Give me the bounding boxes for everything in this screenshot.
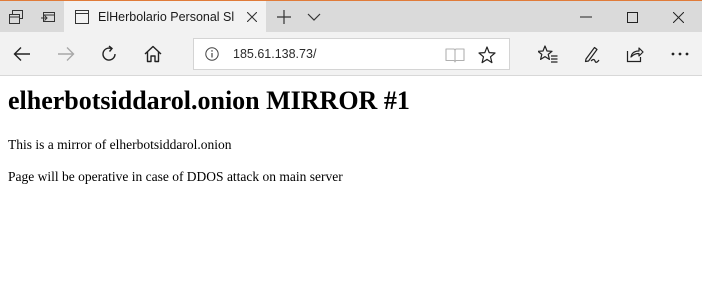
share-icon[interactable] xyxy=(619,38,651,70)
page-heading: elherbotsiddarol.onion MIRROR #1 xyxy=(8,86,410,115)
favorites-list-icon[interactable] xyxy=(532,38,564,70)
new-tab-icon[interactable] xyxy=(268,1,300,32)
close-window-icon[interactable] xyxy=(655,1,701,33)
refresh-icon[interactable] xyxy=(93,38,125,70)
page-content: elherbotsiddarol.onion MIRROR #1 This is… xyxy=(0,77,702,307)
pen-notes-icon[interactable] xyxy=(576,38,608,70)
back-arrow-icon[interactable] xyxy=(6,38,38,70)
forward-arrow-icon[interactable] xyxy=(50,38,82,70)
ddos-notice: Page will be operative in case of DDOS a… xyxy=(8,169,343,184)
browser-tab[interactable]: ElHerbolario Personal Sl xyxy=(64,1,266,33)
tab-preview-icon[interactable] xyxy=(0,1,32,32)
reading-view-icon[interactable] xyxy=(445,45,465,65)
more-options-icon[interactable] xyxy=(664,38,696,70)
home-icon[interactable] xyxy=(137,38,169,70)
mirror-description: This is a mirror of elherbotsiddarol.oni… xyxy=(8,137,232,152)
tabs-aside-icon[interactable] xyxy=(32,1,64,32)
maximize-icon[interactable] xyxy=(609,1,655,33)
title-bar: ElHerbolario Personal Sl xyxy=(0,0,702,33)
tab-title: ElHerbolario Personal Sl xyxy=(98,10,235,24)
star-favorite-icon[interactable] xyxy=(477,45,497,65)
page-favicon-icon xyxy=(74,9,90,25)
url-text[interactable]: 185.61.138.73/ xyxy=(233,39,316,69)
site-info-icon[interactable] xyxy=(204,46,220,62)
chevron-down-icon[interactable] xyxy=(298,1,330,32)
address-bar[interactable]: 185.61.138.73/ xyxy=(193,38,510,70)
close-tab-icon[interactable] xyxy=(244,9,260,25)
minimize-icon[interactable] xyxy=(563,1,609,33)
